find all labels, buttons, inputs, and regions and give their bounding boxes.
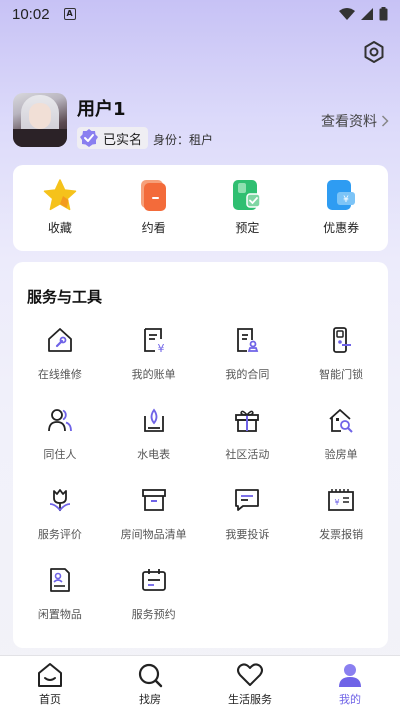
service-label: 房间物品清单 — [120, 528, 187, 541]
tab-find-home[interactable]: 找房 — [100, 656, 200, 711]
view-profile-link[interactable]: 查看资料 — [321, 111, 389, 131]
status-notification-icon: A — [63, 8, 76, 20]
wifi-icon — [339, 7, 355, 20]
chevron-right-icon — [381, 115, 389, 127]
service-label: 智能门锁 — [319, 368, 364, 381]
service-complaint[interactable]: 我要投诉 — [201, 482, 295, 562]
service-label: 我要投诉 — [225, 528, 270, 541]
verified-shield-icon — [80, 129, 98, 147]
service-my-contract[interactable]: 我的合同 — [201, 322, 295, 402]
service-appointment[interactable]: 服务预约 — [107, 562, 201, 642]
calendar-icon — [141, 569, 166, 591]
gear-icon — [364, 41, 384, 63]
services-title: 服务与工具 — [27, 288, 103, 306]
services-card: 服务与工具 在线维修 ¥ 我的账单 我的合同 智能门锁 同住人 水电表 社区活动 — [13, 262, 388, 648]
star-icon — [43, 179, 77, 211]
tab-label: 找房 — [139, 693, 161, 706]
avatar[interactable] — [13, 93, 67, 147]
svg-text:¥: ¥ — [343, 195, 349, 205]
tab-label: 我的 — [339, 693, 361, 706]
service-label: 同住人 — [43, 448, 77, 461]
service-roommates[interactable]: 同住人 — [13, 402, 107, 482]
service-label: 我的合同 — [225, 368, 270, 381]
service-smart-lock[interactable]: 智能门锁 — [294, 322, 388, 402]
view-profile-label: 查看资料 — [321, 114, 377, 130]
verified-badge: 已实名 — [77, 127, 149, 149]
service-review[interactable]: 服务评价 — [13, 482, 107, 562]
user-icon — [339, 664, 361, 687]
quick-action-label: 约看 — [141, 221, 166, 235]
gift-icon — [235, 410, 260, 432]
identity-label: 身份：租户 — [153, 133, 214, 147]
service-label: 闲置物品 — [37, 608, 82, 621]
roommates-icon — [47, 409, 72, 432]
status-time: 10:02 — [12, 5, 50, 23]
svg-text:¥: ¥ — [157, 342, 164, 354]
service-invoice[interactable]: ¥ 发票报销 — [294, 482, 388, 562]
search-icon — [138, 663, 163, 688]
status-bar: 10:02 A — [0, 0, 400, 28]
service-online-repair[interactable]: 在线维修 — [13, 322, 107, 402]
tab-label: 首页 — [39, 693, 61, 706]
quick-action-label: 收藏 — [47, 221, 72, 235]
settings-button[interactable] — [362, 40, 386, 64]
box-icon — [141, 489, 166, 511]
service-label: 服务预约 — [131, 608, 176, 621]
service-inspection[interactable]: 验房单 — [294, 402, 388, 482]
service-my-bills[interactable]: ¥ 我的账单 — [107, 322, 201, 402]
signal-icon — [361, 8, 373, 20]
bill-icon: ¥ — [143, 328, 164, 354]
service-room-inventory[interactable]: 房间物品清单 — [107, 482, 201, 562]
quick-action-label: 优惠券 — [323, 221, 360, 235]
profile-header: 用户1 已实名 身份：租户 查看资料 — [13, 93, 389, 149]
services-grid: 在线维修 ¥ 我的账单 我的合同 智能门锁 同住人 水电表 社区活动 验房单 服… — [13, 322, 388, 642]
service-label: 社区活动 — [225, 448, 270, 461]
chat-icon — [235, 489, 260, 511]
quick-action-appointment[interactable]: 约看 — [107, 165, 201, 251]
quick-action-coupons[interactable]: ¥ 优惠券 — [294, 165, 388, 251]
tab-life-services[interactable]: 生活服务 — [200, 656, 300, 711]
contract-icon — [237, 328, 259, 352]
bottom-tab-bar: 首页 找房 生活服务 我的 — [0, 655, 400, 711]
service-label: 水电表 — [137, 448, 171, 461]
service-label: 服务评价 — [37, 528, 82, 541]
repair-house-icon — [47, 328, 72, 352]
service-utility-meters[interactable]: 水电表 — [107, 402, 201, 482]
quick-action-label: 预定 — [235, 221, 260, 235]
heart-icon — [237, 663, 263, 686]
service-label: 验房单 — [324, 448, 358, 461]
service-label: 在线维修 — [37, 368, 82, 381]
status-icons — [339, 7, 388, 21]
booking-icon — [233, 180, 262, 210]
quick-actions-card: 收藏 约看 预定 ¥ 优惠券 — [13, 165, 388, 251]
quick-action-booking[interactable]: 预定 — [201, 165, 295, 251]
invoice-icon: ¥ — [328, 489, 355, 511]
document-person-icon — [49, 568, 70, 592]
service-community-events[interactable]: 社区活动 — [201, 402, 295, 482]
tab-label: 生活服务 — [228, 693, 272, 706]
battery-icon — [379, 7, 388, 21]
coupon-icon: ¥ — [327, 180, 356, 210]
inspection-icon — [329, 409, 353, 433]
smart-lock-icon — [333, 327, 352, 353]
svg-text:¥: ¥ — [335, 498, 340, 507]
service-label: 发票报销 — [319, 528, 364, 541]
username: 用户1 — [77, 99, 126, 120]
flower-icon — [49, 489, 70, 512]
phone-card-icon — [140, 180, 166, 211]
home-icon — [38, 663, 62, 687]
tab-mine[interactable]: 我的 — [300, 656, 400, 711]
service-label: 我的账单 — [131, 368, 176, 381]
verified-label: 已实名 — [103, 132, 143, 148]
tab-home[interactable]: 首页 — [0, 656, 100, 711]
water-meter-icon — [143, 408, 164, 432]
quick-action-favorites[interactable]: 收藏 — [13, 165, 107, 251]
service-idle-items[interactable]: 闲置物品 — [13, 562, 107, 642]
